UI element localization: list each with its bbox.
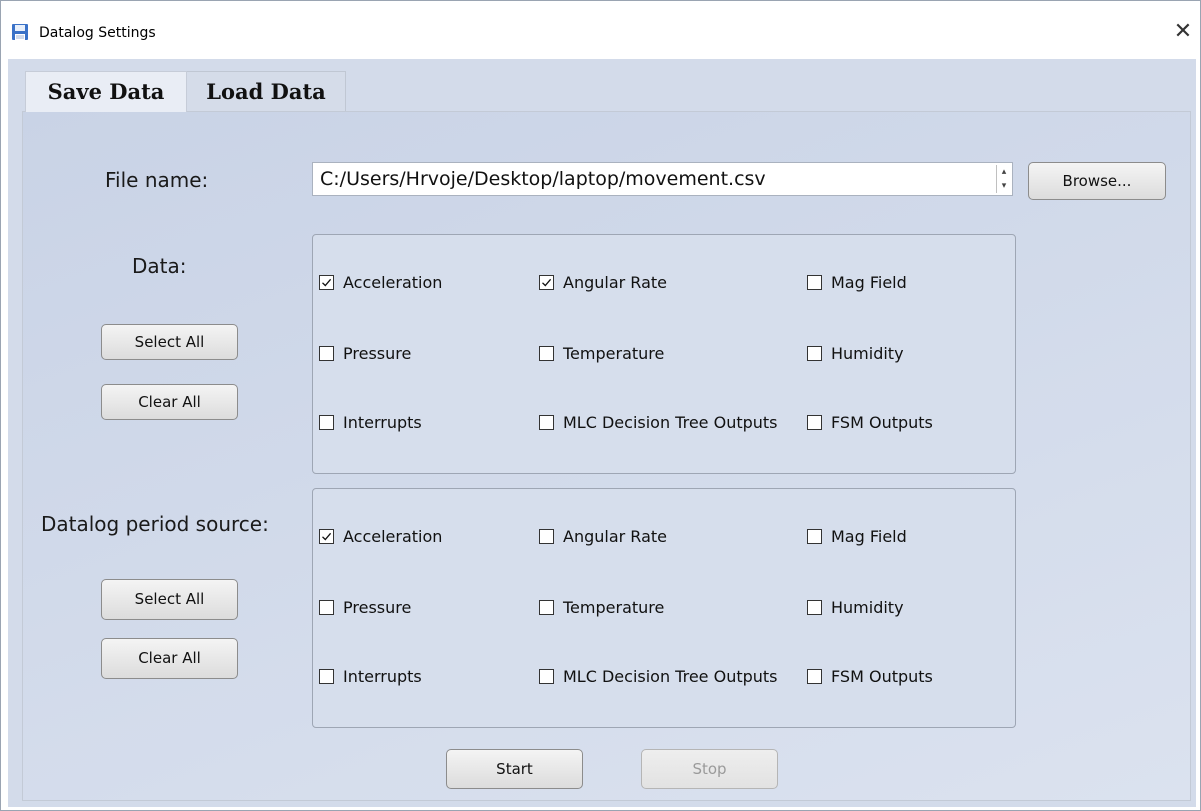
checkbox-label: Humidity: [831, 598, 904, 617]
spinner-down-icon[interactable]: ▾: [997, 179, 1011, 193]
checkbox-label: Temperature: [563, 598, 665, 617]
checkbox-unchecked-icon[interactable]: [807, 275, 822, 290]
save-data-pane: File name: C:/Users/Hrvoje/Desktop/lapto…: [22, 111, 1191, 801]
checkbox-unchecked-icon[interactable]: [319, 669, 334, 684]
checkbox-label: MLC Decision Tree Outputs: [563, 667, 778, 686]
file-name-input[interactable]: C:/Users/Hrvoje/Desktop/laptop/movement.…: [312, 162, 1013, 196]
checkbox-unchecked-icon[interactable]: [319, 600, 334, 615]
checkbox-checked-icon[interactable]: [539, 275, 554, 290]
checkbox-unchecked-icon[interactable]: [539, 529, 554, 544]
data-clear-all-button[interactable]: Clear All: [101, 384, 238, 420]
checkbox-checked-icon[interactable]: [319, 275, 334, 290]
checkbox-label: Pressure: [343, 344, 412, 363]
checkbox-unchecked-icon[interactable]: [807, 529, 822, 544]
client-area: Save Data Load Data File name: C:/Users/…: [8, 59, 1196, 807]
checkbox-unchecked-icon[interactable]: [319, 415, 334, 430]
data-select-all-button[interactable]: Select All: [101, 324, 238, 360]
checkbox-label: Mag Field: [831, 527, 907, 546]
checkbox-label: MLC Decision Tree Outputs: [563, 413, 778, 432]
tab-save-data[interactable]: Save Data: [25, 71, 187, 112]
spinner-up-icon[interactable]: ▴: [997, 165, 1011, 179]
period-select-all-button[interactable]: Select All: [101, 579, 238, 620]
close-button[interactable]: ✕: [1166, 17, 1200, 47]
file-name-value: C:/Users/Hrvoje/Desktop/laptop/movement.…: [320, 168, 766, 190]
checkbox-unchecked-icon[interactable]: [807, 669, 822, 684]
checkbox-unchecked-icon[interactable]: [539, 415, 554, 430]
period-clear-all-button[interactable]: Clear All: [101, 638, 238, 679]
tab-load-data[interactable]: Load Data: [186, 71, 346, 112]
checkbox-label: Angular Rate: [563, 273, 667, 292]
datalog-settings-window: Datalog Settings ✕ Save Data Load Data F…: [0, 0, 1201, 811]
checkbox-unchecked-icon[interactable]: [539, 600, 554, 615]
stop-button[interactable]: Stop: [641, 749, 778, 789]
data-group: Acceleration Angular Rate Mag Field Pressur…: [312, 234, 1016, 474]
title-bar: Datalog Settings ✕: [1, 1, 1200, 61]
file-name-label: File name:: [105, 168, 209, 192]
checkbox-label: Pressure: [343, 598, 412, 617]
checkbox-unchecked-icon[interactable]: [807, 415, 822, 430]
window-title: Datalog Settings: [39, 25, 156, 41]
checkbox-label: Humidity: [831, 344, 904, 363]
start-button[interactable]: Start: [446, 749, 583, 789]
checkbox-unchecked-icon[interactable]: [319, 346, 334, 361]
file-spinner[interactable]: ▴ ▾: [996, 165, 1011, 193]
checkbox-label: Angular Rate: [563, 527, 667, 546]
checkbox-unchecked-icon[interactable]: [807, 346, 822, 361]
checkbox-checked-icon[interactable]: [319, 529, 334, 544]
checkbox-label: FSM Outputs: [831, 413, 933, 432]
checkbox-unchecked-icon[interactable]: [539, 669, 554, 684]
checkbox-unchecked-icon[interactable]: [539, 346, 554, 361]
checkbox-label: FSM Outputs: [831, 667, 933, 686]
browse-button[interactable]: Browse...: [1028, 162, 1166, 200]
data-label: Data:: [132, 254, 187, 278]
checkbox-label: Mag Field: [831, 273, 907, 292]
checkbox-label: Interrupts: [343, 413, 422, 432]
period-source-label: Datalog period source:: [41, 512, 269, 536]
checkbox-label: Acceleration: [343, 273, 443, 292]
checkbox-label: Temperature: [563, 344, 665, 363]
period-group: Acceleration Angular Rate Mag Field Pressur…: [312, 488, 1016, 728]
checkbox-unchecked-icon[interactable]: [807, 600, 822, 615]
checkbox-label: Acceleration: [343, 527, 443, 546]
floppy-disk-icon: [12, 24, 28, 40]
checkbox-label: Interrupts: [343, 667, 422, 686]
